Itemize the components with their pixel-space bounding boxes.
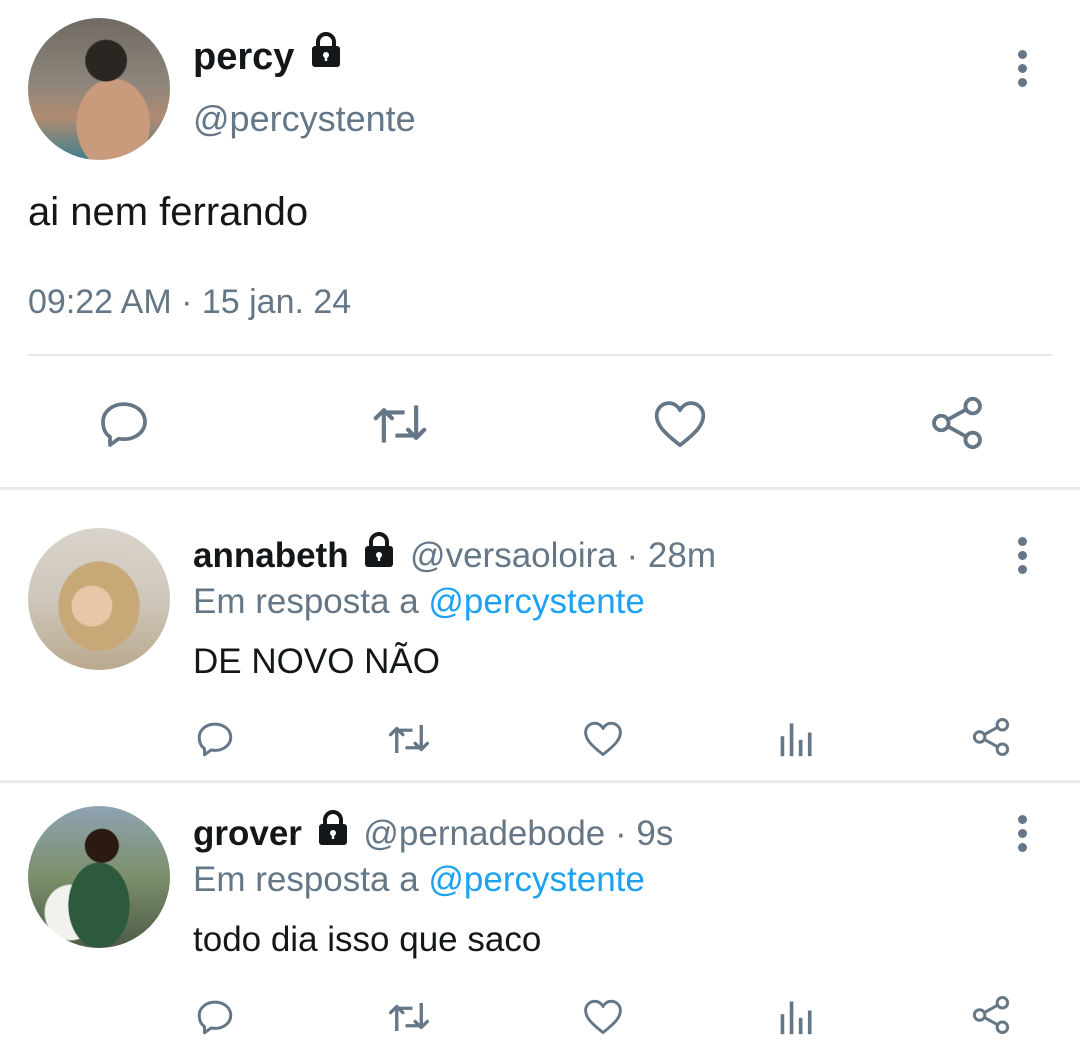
reply-time[interactable]: 9s: [636, 814, 673, 853]
in-reply-prefix: Em resposta a: [193, 860, 419, 899]
retweet-button[interactable]: [386, 996, 432, 1038]
more-vertical-icon[interactable]: [1015, 50, 1029, 92]
reply-button[interactable]: [96, 396, 152, 452]
retweet-icon: [388, 1003, 430, 1031]
share-icon: [932, 396, 982, 450]
heart-icon: [654, 401, 706, 448]
reply-display-name[interactable]: grover: [193, 814, 302, 853]
share-icon: [972, 718, 1010, 756]
lock-icon: [309, 32, 343, 78]
reply-button[interactable]: [194, 718, 236, 760]
share-button[interactable]: [928, 394, 986, 452]
main-tweet-timestamp[interactable]: 09:22 AM · 15 jan. 24: [28, 283, 351, 322]
reply-handle[interactable]: @versaoloira: [410, 536, 617, 575]
reply-avatar[interactable]: [28, 528, 170, 670]
heart-icon: [584, 721, 622, 756]
in-reply-prefix: Em resposta a: [193, 582, 419, 621]
in-reply-to: Em resposta a @percystente: [193, 582, 645, 622]
main-tweet-handle[interactable]: @percystente: [193, 98, 416, 140]
main-tweet-display-name[interactable]: percy: [193, 36, 294, 78]
share-icon: [972, 996, 1010, 1034]
reply-avatar[interactable]: [28, 806, 170, 948]
share-button[interactable]: [970, 716, 1012, 758]
reply-header: annabeth @versaoloira · 28m: [193, 532, 716, 577]
in-reply-mention-link[interactable]: @percystente: [428, 860, 644, 899]
retweet-button[interactable]: [370, 396, 430, 452]
reply-time[interactable]: 28m: [648, 536, 716, 575]
main-tweet-avatar[interactable]: [28, 18, 170, 160]
reply-header: grover @pernadebode · 9s: [193, 810, 673, 855]
reply-icon: [197, 1000, 233, 1035]
heart-icon: [584, 999, 622, 1034]
retweet-icon: [388, 725, 430, 753]
like-button[interactable]: [582, 996, 624, 1036]
main-tweet-text: ai nem ferrando: [28, 190, 309, 234]
like-button[interactable]: [652, 396, 708, 450]
like-button[interactable]: [582, 718, 624, 758]
more-vertical-icon[interactable]: [1015, 537, 1029, 579]
reply-button[interactable]: [194, 996, 236, 1038]
separator-dot: ·: [614, 814, 627, 853]
retweet-icon: [373, 405, 427, 443]
in-reply-mention-link[interactable]: @percystente: [428, 582, 644, 621]
views-button[interactable]: [778, 996, 816, 1036]
bar-chart-icon: [780, 1001, 812, 1035]
main-tweet-author[interactable]: percy: [193, 32, 343, 79]
retweet-button[interactable]: [386, 718, 432, 760]
more-vertical-icon[interactable]: [1015, 815, 1029, 857]
section-divider: [0, 487, 1080, 490]
lock-icon: [316, 810, 350, 855]
reply-icon: [101, 402, 147, 447]
views-button[interactable]: [778, 718, 816, 758]
reply-text: todo dia isso que saco: [193, 920, 542, 959]
reply-handle[interactable]: @pernadebode: [363, 814, 605, 853]
reply-icon: [197, 722, 233, 757]
lock-icon: [362, 532, 396, 577]
bar-chart-icon: [780, 723, 812, 757]
section-divider: [0, 780, 1080, 783]
separator-dot: ·: [626, 536, 639, 575]
share-button[interactable]: [970, 994, 1012, 1036]
reply-display-name[interactable]: annabeth: [193, 536, 349, 575]
in-reply-to: Em resposta a @percystente: [193, 860, 645, 900]
main-tweet-divider: [28, 354, 1052, 356]
reply-text: DE NOVO NÃO: [193, 642, 440, 681]
